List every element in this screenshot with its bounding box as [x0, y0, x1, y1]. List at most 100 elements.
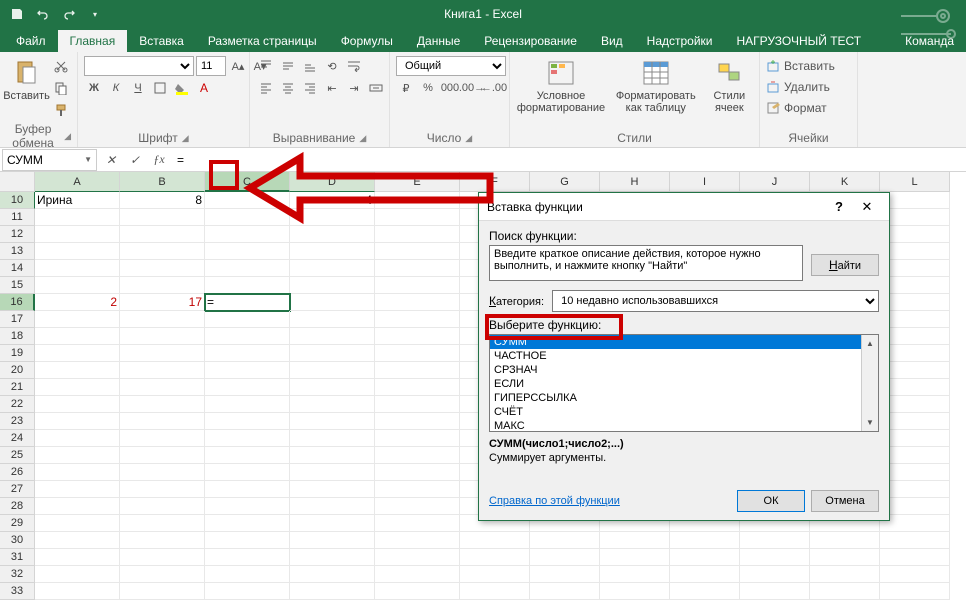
cell[interactable]	[375, 447, 460, 464]
function-list-item[interactable]: СУММ	[490, 335, 861, 349]
cell[interactable]	[880, 566, 950, 583]
row-header[interactable]: 18	[0, 328, 35, 345]
cell[interactable]	[375, 464, 460, 481]
enter-formula-icon[interactable]: ✓	[123, 149, 147, 171]
cell[interactable]	[35, 379, 120, 396]
cell[interactable]	[880, 311, 950, 328]
insert-function-icon[interactable]: ƒx	[147, 149, 171, 171]
cell[interactable]	[120, 447, 205, 464]
cell[interactable]	[810, 549, 880, 566]
accounting-format-icon[interactable]: ₽	[396, 78, 416, 98]
cell[interactable]	[460, 549, 530, 566]
cell[interactable]	[375, 396, 460, 413]
cell[interactable]	[290, 498, 375, 515]
cell[interactable]	[880, 447, 950, 464]
name-box-input[interactable]	[7, 153, 67, 167]
cell[interactable]	[460, 532, 530, 549]
cell[interactable]	[290, 549, 375, 566]
cell[interactable]	[810, 566, 880, 583]
help-button[interactable]: ?	[825, 193, 853, 221]
list-scrollbar[interactable]: ▲ ▼	[861, 335, 878, 431]
cell[interactable]	[375, 430, 460, 447]
underline-button[interactable]: Ч	[128, 78, 148, 98]
cell[interactable]	[35, 362, 120, 379]
cell[interactable]	[880, 430, 950, 447]
cell[interactable]	[35, 498, 120, 515]
cell[interactable]	[205, 277, 290, 294]
cell[interactable]	[120, 464, 205, 481]
row-header[interactable]: 16	[0, 294, 35, 311]
cell[interactable]	[810, 532, 880, 549]
cell[interactable]	[460, 566, 530, 583]
formula-bar-input[interactable]	[171, 153, 966, 167]
decrease-indent-icon[interactable]: ⇤	[322, 78, 342, 98]
column-header[interactable]: E	[375, 172, 460, 192]
cell[interactable]	[670, 566, 740, 583]
cell[interactable]	[120, 277, 205, 294]
cell[interactable]	[880, 260, 950, 277]
cell[interactable]	[205, 566, 290, 583]
cell[interactable]	[35, 464, 120, 481]
cell[interactable]	[35, 515, 120, 532]
cell[interactable]	[880, 379, 950, 396]
cell[interactable]: 4	[290, 192, 375, 209]
cell[interactable]: 2	[35, 294, 120, 311]
cell[interactable]	[290, 396, 375, 413]
cell[interactable]	[35, 311, 120, 328]
cell[interactable]	[205, 311, 290, 328]
scroll-down-icon[interactable]: ▼	[862, 414, 878, 431]
cell[interactable]	[205, 532, 290, 549]
tab-рецензирование[interactable]: Рецензирование	[472, 30, 589, 52]
cell[interactable]	[205, 549, 290, 566]
cell[interactable]	[375, 583, 460, 600]
row-header[interactable]: 31	[0, 549, 35, 566]
cut-icon[interactable]	[51, 56, 71, 76]
cell[interactable]	[120, 481, 205, 498]
function-list-item[interactable]: МАКС	[490, 419, 861, 431]
cell[interactable]	[880, 209, 950, 226]
align-left-icon[interactable]	[256, 78, 276, 98]
column-header[interactable]: L	[880, 172, 950, 192]
cell[interactable]	[120, 566, 205, 583]
cell[interactable]	[530, 549, 600, 566]
cell[interactable]	[880, 549, 950, 566]
cell[interactable]	[35, 481, 120, 498]
cell[interactable]	[375, 345, 460, 362]
format-cells-button[interactable]: Формат	[766, 98, 827, 118]
cell[interactable]	[600, 549, 670, 566]
cell[interactable]	[880, 464, 950, 481]
cell[interactable]	[35, 277, 120, 294]
cell[interactable]	[530, 583, 600, 600]
cell[interactable]	[120, 396, 205, 413]
cell[interactable]	[880, 583, 950, 600]
cell[interactable]	[35, 549, 120, 566]
cell[interactable]: Ирина	[35, 192, 120, 209]
font-color-icon[interactable]: A	[194, 78, 214, 98]
cell[interactable]	[740, 532, 810, 549]
cell[interactable]	[880, 226, 950, 243]
function-list-item[interactable]: ЧАСТНОЕ	[490, 349, 861, 363]
cell[interactable]	[375, 498, 460, 515]
cell[interactable]: 17	[120, 294, 205, 311]
cell[interactable]	[120, 209, 205, 226]
align-right-icon[interactable]	[300, 78, 320, 98]
cell[interactable]	[290, 243, 375, 260]
tab-формулы[interactable]: Формулы	[329, 30, 405, 52]
cell[interactable]	[120, 260, 205, 277]
column-header[interactable]: G	[530, 172, 600, 192]
cell[interactable]	[290, 515, 375, 532]
cell[interactable]	[740, 549, 810, 566]
percent-format-icon[interactable]: %	[418, 78, 438, 98]
cell[interactable]	[120, 226, 205, 243]
cell[interactable]	[120, 583, 205, 600]
row-header[interactable]: 32	[0, 566, 35, 583]
increase-decimal-icon[interactable]: .00→	[462, 78, 482, 98]
format-as-table-button[interactable]: Форматировать как таблицу	[610, 56, 702, 116]
cell[interactable]	[290, 413, 375, 430]
cell[interactable]	[120, 243, 205, 260]
cell[interactable]	[120, 549, 205, 566]
border-icon[interactable]	[150, 78, 170, 98]
cell[interactable]	[375, 277, 460, 294]
function-list-item[interactable]: СЧЁТ	[490, 405, 861, 419]
cell[interactable]	[290, 447, 375, 464]
